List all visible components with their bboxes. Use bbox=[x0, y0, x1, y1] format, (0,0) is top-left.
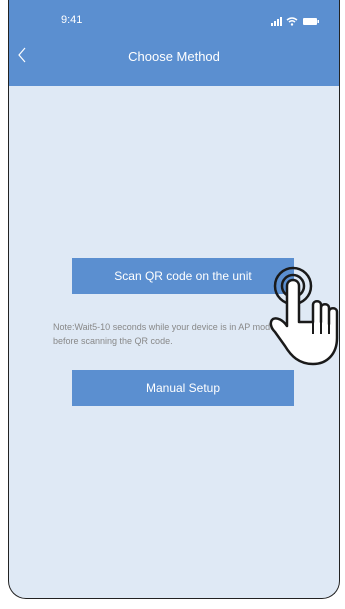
app-header: 9:41 Choose Method bbox=[9, 0, 339, 86]
page-title: Choose Method bbox=[128, 49, 220, 64]
signal-icon bbox=[271, 17, 282, 26]
scan-qr-button[interactable]: Scan QR code on the unit bbox=[72, 258, 294, 294]
wifi-icon bbox=[286, 17, 298, 26]
tap-hand-icon bbox=[269, 266, 339, 366]
manual-setup-button[interactable]: Manual Setup bbox=[72, 370, 294, 406]
status-time: 9:41 bbox=[61, 14, 83, 26]
manual-setup-button-label: Manual Setup bbox=[145, 381, 221, 395]
scan-qr-button-label: Scan QR code on the unit bbox=[114, 269, 252, 283]
status-bar-icons bbox=[271, 17, 319, 26]
note-text: Note:Wait5-10 seconds while your device … bbox=[53, 322, 276, 346]
battery-icon bbox=[303, 18, 319, 25]
app-screen: 9:41 Choose Method Scan QR code on the u… bbox=[8, 0, 340, 599]
